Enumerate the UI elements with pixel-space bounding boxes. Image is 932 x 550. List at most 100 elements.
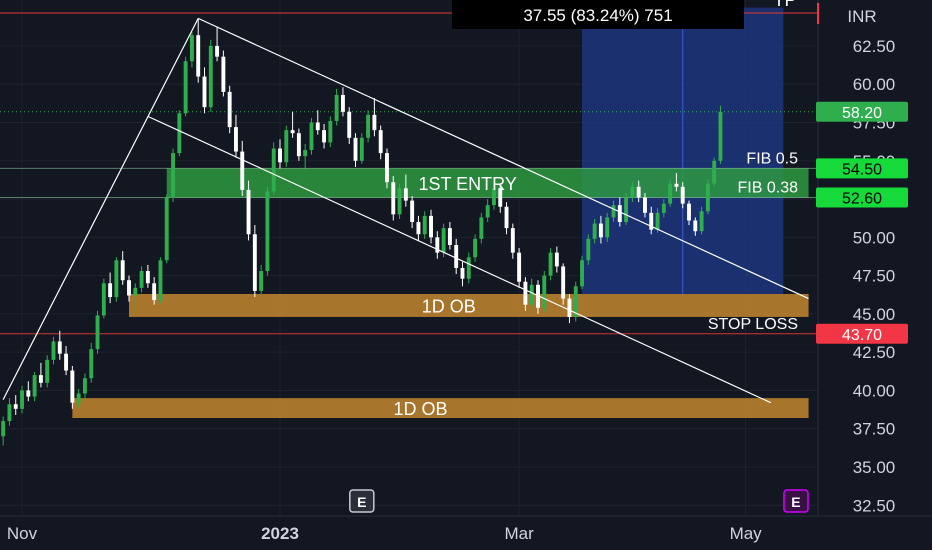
currency-label: INR [847,7,876,26]
candle-body [460,267,465,279]
candle-body [655,212,660,230]
candle-body [89,349,94,379]
candle-body [403,188,408,201]
candle-body [561,266,566,299]
candle-body [630,186,635,198]
candle-body [397,188,402,215]
candle-body [322,130,327,143]
level-label: STOP LOSS [708,316,798,333]
candle-body [391,182,396,215]
candle-body [189,35,194,62]
candle-body [473,238,478,258]
candle-body [693,220,698,232]
candle-body [234,127,238,152]
candle-body [422,215,427,235]
candle-body [145,271,150,284]
y-tick-label: 45.00 [853,305,896,324]
candle-body [718,111,723,161]
candle-body [598,223,603,238]
measure-readout: 37.55 (83.24%) 751 [523,6,672,25]
candle-body [705,183,710,212]
x-tick-label: May [730,524,763,543]
price-chart[interactable]: 1ST ENTRY 1D OB 1D OB FIB 0.5 FIB 0.38 STOP L… [0,0,932,550]
zone-label: 1D OB [422,296,476,316]
candle-body [259,271,264,291]
price-tag-label: 43.70 [842,327,882,344]
x-tick-label: Nov [7,524,38,543]
level-label: FIB 0.38 [738,180,799,197]
candle-body [605,217,610,238]
candle-body [26,390,31,397]
candle-body [485,205,490,218]
candle-body [517,252,522,282]
candle-body [120,260,125,281]
candle-body [76,393,81,403]
candle-body [45,359,50,383]
candle-body [340,94,345,112]
zone-label: 1D OB [393,399,447,419]
candle-body [592,223,597,239]
candle-body [479,217,484,239]
candle-body [265,191,270,272]
candle-body [586,238,591,261]
candle-body [416,222,421,235]
candle-body [114,260,119,298]
candle-body [699,211,704,232]
candle-body [38,375,43,383]
candle-body [429,215,433,238]
candle-body [466,257,471,279]
candle-body [20,390,24,409]
candle-body [529,284,534,305]
y-tick-label: 62.50 [853,37,896,56]
candle-body [13,404,18,409]
candle-body [284,130,289,163]
candle-body [617,205,622,223]
candle-body [290,130,295,134]
candle-body [133,287,138,296]
top-label: TP [773,0,796,10]
candle-body [315,122,320,131]
candle-body [359,137,364,161]
level-label: FIB 0.5 [746,150,798,167]
candle-body [624,197,629,223]
candle-body [353,137,358,161]
candle-body [271,148,276,192]
candle-body [152,283,157,301]
candle-body [712,160,717,184]
candle-body [171,153,175,198]
y-tick-label: 37.50 [853,420,896,439]
candle-body [177,113,182,154]
candle-body [196,35,201,77]
candle-body [51,341,56,360]
candle-body [567,298,572,317]
price-tag-label: 58.20 [842,105,882,122]
candle-body [1,421,6,437]
candle-body [636,186,641,198]
candle-body [108,283,113,298]
candle-body [7,404,12,422]
y-tick-label: 42.50 [853,343,896,362]
candle-body [661,203,666,213]
candle-body [328,120,333,143]
candle-body [447,228,452,245]
candle-body [70,370,75,403]
candle-body [454,244,459,268]
candle-body [504,206,509,229]
candle-body [523,281,528,305]
candle-body [252,234,257,291]
candle-body [278,148,282,163]
candle-body [611,205,616,218]
candle-body [101,283,106,316]
candle-body [240,151,245,190]
candle-body [580,260,584,287]
candle-body [215,45,220,57]
candle-body [680,186,685,204]
y-tick-label: 32.50 [853,496,896,515]
candle-body [221,56,226,92]
candle-body [366,114,371,138]
candle-body [542,275,547,308]
candle-body [202,76,207,108]
candle-body [158,260,163,301]
candle-body [334,94,339,121]
candle-body [554,252,559,267]
